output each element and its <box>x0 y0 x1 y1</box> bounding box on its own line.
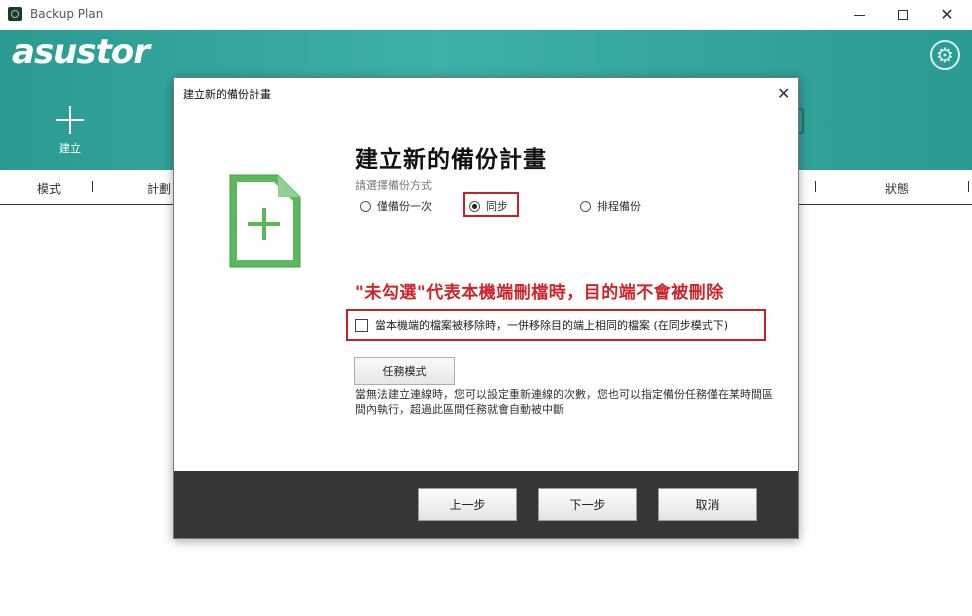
dialog-footer: 上一步 下一步 取消 <box>174 471 798 538</box>
create-backup-plan-dialog: 建立新的備份計畫 ✕ 建立新的備份計畫 請選擇備份方式 僅備份一次 同步 排程備… <box>173 77 799 539</box>
plus-icon <box>56 106 84 134</box>
gear-icon[interactable]: ⚙ <box>930 40 960 70</box>
minimize-button[interactable] <box>836 0 882 30</box>
column-divider <box>92 181 93 192</box>
column-status[interactable]: 狀態 <box>885 180 909 197</box>
sync-highlight-box <box>463 192 519 217</box>
delete-sync-option[interactable]: 當本機端的檔案被移除時，一併移除目的端上相同的檔案 (在同步模式下) <box>355 317 728 333</box>
title-bar: Backup Plan ✕ <box>0 0 972 30</box>
create-button[interactable]: 建立 <box>40 106 100 156</box>
dialog-close-button[interactable]: ✕ <box>777 84 790 103</box>
radio-label: 僅備份一次 <box>377 200 432 213</box>
task-mode-description: 當無法建立連線時，您可以設定重新連線的次數，您也可以指定備份任務僅在某時間區間內… <box>355 388 773 416</box>
previous-button[interactable]: 上一步 <box>418 488 517 521</box>
maximize-icon <box>898 10 908 20</box>
column-divider <box>815 181 816 192</box>
backup-method-label: 請選擇備份方式 <box>355 179 432 192</box>
next-button[interactable]: 下一步 <box>538 488 637 521</box>
window-close-button[interactable]: ✕ <box>924 0 970 30</box>
maximize-button[interactable] <box>880 0 926 30</box>
radio-circle <box>360 200 371 212</box>
new-document-icon <box>229 174 301 268</box>
app-icon <box>8 7 22 21</box>
asustor-logo: asustor <box>12 32 150 72</box>
task-mode-button[interactable]: 任務模式 <box>354 357 455 385</box>
close-icon: ✕ <box>940 5 954 24</box>
dialog-heading: 建立新的備份計畫 <box>355 147 547 173</box>
radio-label: 排程備份 <box>597 200 641 213</box>
backup-plan-app: Backup Plan ✕ asustor ⚙ 建立 模式 計劃 狀態 建立新的… <box>0 0 972 616</box>
checkbox-label: 當本機端的檔案被移除時，一併移除目的端上相同的檔案 (在同步模式下) <box>375 319 729 332</box>
dialog-title: 建立新的備份計畫 <box>183 88 271 101</box>
radio-circle <box>580 200 591 212</box>
column-divider <box>968 181 969 192</box>
delete-sync-checkbox[interactable] <box>355 318 368 332</box>
annotation-text: "未勾選"代表本機端刪檔時，目的端不會被刪除 <box>355 283 724 303</box>
minimize-icon <box>853 14 865 16</box>
cancel-button[interactable]: 取消 <box>658 488 757 521</box>
radio-backup-once[interactable]: 僅備份一次 <box>360 198 432 214</box>
create-label: 建立 <box>59 142 81 155</box>
column-plan[interactable]: 計劃 <box>147 180 171 197</box>
window-title: Backup Plan <box>30 7 104 21</box>
radio-scheduled-backup[interactable]: 排程備份 <box>580 198 641 214</box>
column-mode[interactable]: 模式 <box>37 180 61 197</box>
